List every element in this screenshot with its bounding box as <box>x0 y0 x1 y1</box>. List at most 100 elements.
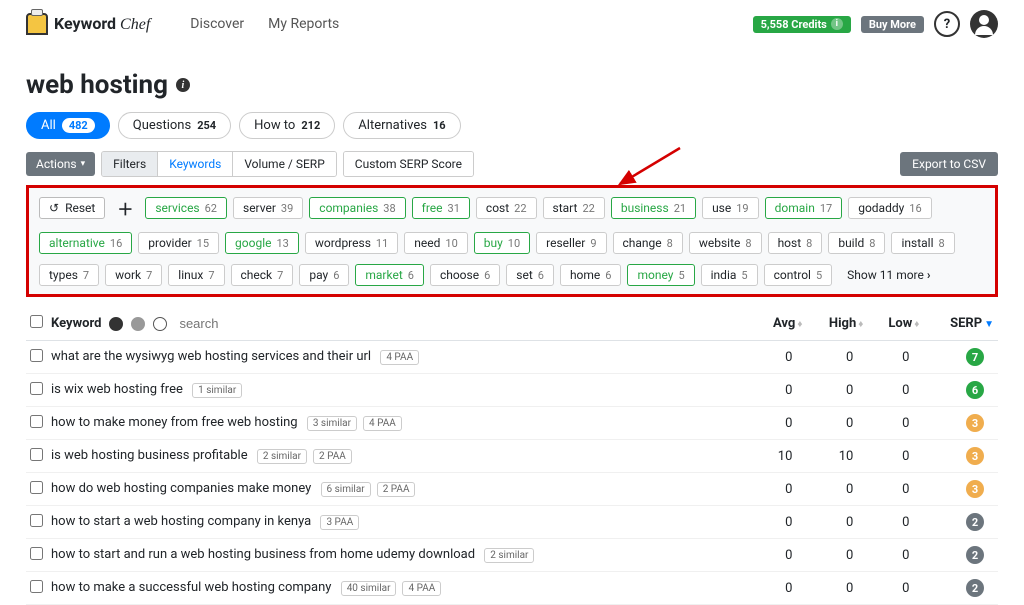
nav-my-reports[interactable]: My Reports <box>268 16 339 32</box>
table-row: how to start a web hosting company in ke… <box>26 506 998 539</box>
row-checkbox[interactable] <box>30 514 43 527</box>
filter-chip-set[interactable]: set 6 <box>506 264 554 286</box>
search-input[interactable] <box>179 316 279 331</box>
keyword-cell[interactable]: how to start a web hosting company in ke… <box>47 506 753 539</box>
add-filter-button[interactable]: ＋ <box>111 194 139 222</box>
row-checkbox[interactable] <box>30 580 43 593</box>
filter-chip-companies[interactable]: companies 38 <box>309 197 405 219</box>
row-checkbox[interactable] <box>30 448 43 461</box>
col-avg[interactable]: Avg♦ <box>753 307 807 341</box>
filter-chip-linux[interactable]: linux 7 <box>168 264 224 286</box>
serp-badge: 2 <box>966 546 984 564</box>
row-checkbox[interactable] <box>30 349 43 362</box>
filter-chip-alternative[interactable]: alternative 16 <box>39 232 132 254</box>
filter-chip-start[interactable]: start 22 <box>543 197 605 219</box>
filter-chip-india[interactable]: india 5 <box>701 264 758 286</box>
filter-chip-godaddy[interactable]: godaddy 16 <box>848 197 931 219</box>
filter-chip-build[interactable]: build 8 <box>828 232 885 254</box>
keyword-cell[interactable]: is web hosting business profitable 2 sim… <box>47 440 753 473</box>
filter-chip-pay[interactable]: pay 6 <box>299 264 349 286</box>
col-low[interactable]: Low♦ <box>867 307 923 341</box>
filter-dot-icon[interactable] <box>153 317 167 331</box>
show-more-button[interactable]: Show 11 more <box>838 265 939 285</box>
tab-questions[interactable]: Questions 254 <box>118 112 231 139</box>
filter-chip-provider[interactable]: provider 15 <box>138 232 219 254</box>
row-checkbox[interactable] <box>30 481 43 494</box>
filter-chip-choose[interactable]: choose 6 <box>430 264 500 286</box>
filter-dot-icon[interactable] <box>131 317 145 331</box>
reset-button[interactable]: ↺ Reset <box>39 197 105 219</box>
high-cell: 10 <box>806 440 867 473</box>
filter-chip-check[interactable]: check 7 <box>231 264 294 286</box>
buy-more-button[interactable]: Buy More <box>861 16 924 33</box>
keyword-cell[interactable]: how to make money from free web hosting … <box>47 407 753 440</box>
row-checkbox[interactable] <box>30 415 43 428</box>
avg-cell: 0 <box>753 506 807 539</box>
filter-chip-host[interactable]: host 8 <box>768 232 823 254</box>
keyword-filter-panel: ↺ Reset ＋ services 62 server 39 companies … <box>26 185 998 297</box>
toolbar: Actions Filters Keywords Volume / SERP C… <box>26 151 998 177</box>
filter-chip-control[interactable]: control 5 <box>764 264 833 286</box>
keyword-cell[interactable]: how do web hosting companies make money … <box>47 473 753 506</box>
filter-chip-free[interactable]: free 31 <box>412 197 470 219</box>
tab-keywords[interactable]: Keywords <box>158 152 233 176</box>
tab-alternatives[interactable]: Alternatives 16 <box>343 112 460 139</box>
filter-chip-server[interactable]: server 39 <box>233 197 303 219</box>
high-cell: 0 <box>806 473 867 506</box>
filter-chip-website[interactable]: website 8 <box>689 232 762 254</box>
filter-chip-types[interactable]: types 7 <box>39 264 99 286</box>
filter-chip-wordpress[interactable]: wordpress 11 <box>305 232 398 254</box>
filter-chip-money[interactable]: money 5 <box>627 264 694 286</box>
tab-custom-score[interactable]: Custom SERP Score <box>344 152 473 176</box>
avatar[interactable] <box>970 10 998 38</box>
col-high[interactable]: High♦ <box>806 307 867 341</box>
serp-badge: 6 <box>966 381 984 399</box>
table-row: how to make money from free web hosting … <box>26 407 998 440</box>
filter-chip-domain[interactable]: domain 17 <box>765 197 843 219</box>
keyword-cell[interactable]: what are the wysiwyg web hosting service… <box>47 341 753 374</box>
help-icon[interactable]: ? <box>934 11 960 37</box>
keyword-cell[interactable]: is wix web hosting free 1 similar <box>47 374 753 407</box>
select-all-checkbox[interactable] <box>30 315 43 328</box>
filter-chip-cost[interactable]: cost 22 <box>476 197 537 219</box>
export-csv-button[interactable]: Export to CSV <box>900 152 998 176</box>
tab-volume-serp[interactable]: Volume / SERP <box>233 152 335 176</box>
tab-filters[interactable]: Filters <box>102 152 158 176</box>
info-dot-icon: i <box>831 18 843 30</box>
filter-chip-market[interactable]: market 6 <box>355 264 424 286</box>
keyword-cell[interactable]: how to start and run a web hosting busin… <box>47 539 753 572</box>
row-checkbox[interactable] <box>30 382 43 395</box>
filter-chip-business[interactable]: business 21 <box>611 197 696 219</box>
tab-all[interactable]: All 482 <box>26 112 110 139</box>
info-icon[interactable]: i <box>176 78 190 92</box>
tab-how-to[interactable]: How to 212 <box>239 112 335 139</box>
low-cell: 0 <box>867 374 923 407</box>
row-tag: 4 PAA <box>363 416 402 431</box>
high-cell: 0 <box>806 341 867 374</box>
category-tabs: All 482 Questions 254 How to 212 Alternativ… <box>26 112 998 139</box>
table-row: what are the wysiwyg web hosting service… <box>26 341 998 374</box>
serp-badge: 3 <box>966 480 984 498</box>
col-serp[interactable]: SERP▼ <box>923 307 998 341</box>
filter-dot-icon[interactable] <box>109 317 123 331</box>
filter-chip-services[interactable]: services 62 <box>145 197 227 219</box>
actions-button[interactable]: Actions <box>26 152 95 176</box>
filter-chip-reseller[interactable]: reseller 9 <box>536 232 606 254</box>
logo[interactable]: Keyword Chef <box>26 13 150 35</box>
row-tag: 4 PAA <box>402 581 441 596</box>
filter-chip-use[interactable]: use 19 <box>702 197 759 219</box>
filter-chip-change[interactable]: change 8 <box>613 232 683 254</box>
row-tag: 3 PAA <box>320 515 359 530</box>
filter-chip-install[interactable]: install 8 <box>891 232 954 254</box>
low-cell: 0 <box>867 473 923 506</box>
filter-chip-home[interactable]: home 6 <box>560 264 622 286</box>
filter-chip-need[interactable]: need 10 <box>404 232 468 254</box>
nav-discover[interactable]: Discover <box>190 16 244 32</box>
low-cell: 0 <box>867 539 923 572</box>
col-keyword[interactable]: Keyword <box>51 316 101 331</box>
filter-chip-work[interactable]: work 7 <box>105 264 162 286</box>
filter-chip-buy[interactable]: buy 10 <box>474 232 530 254</box>
row-checkbox[interactable] <box>30 547 43 560</box>
keyword-cell[interactable]: how to make a successful web hosting com… <box>47 572 753 605</box>
filter-chip-google[interactable]: google 13 <box>225 232 299 254</box>
